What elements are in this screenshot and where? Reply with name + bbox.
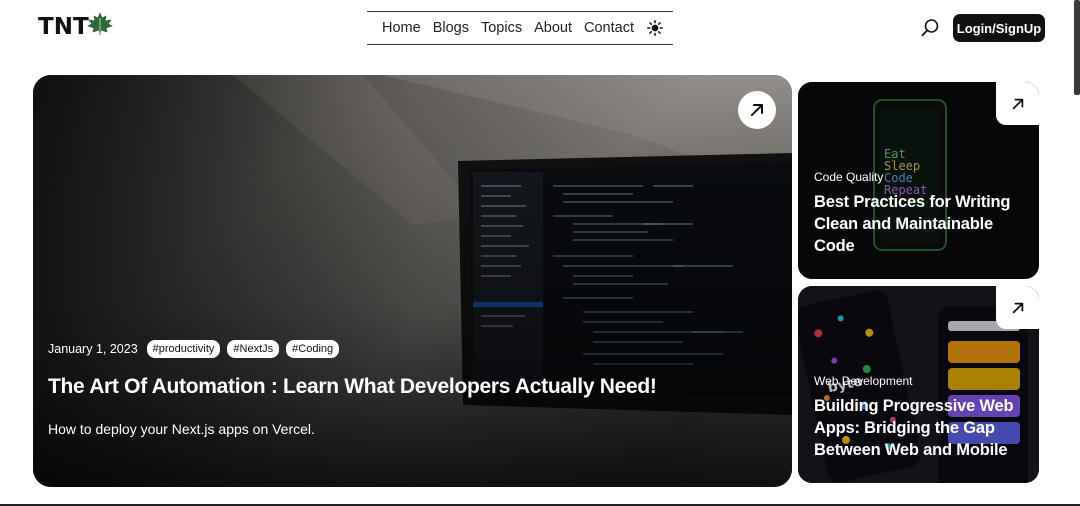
main-nav: Home Blogs Topics About Contact — [367, 11, 673, 45]
maple-leaf-icon — [86, 12, 113, 40]
featured-post-title[interactable]: The Art Of Automation : Learn What Devel… — [48, 375, 657, 399]
login-signup-button[interactable]: Login/SignUp — [953, 14, 1045, 42]
post-meta: January 1, 2023 #productivity #NextJs #C… — [48, 340, 340, 358]
post-title[interactable]: Best Practices for Writing Clean and Mai… — [814, 191, 1029, 257]
nav-blogs[interactable]: Blogs — [427, 20, 475, 36]
site-logo[interactable]: TNT — [38, 12, 113, 40]
logo-text: TNT — [38, 14, 89, 40]
arrow-up-right-icon[interactable] — [738, 91, 776, 129]
post-card-code-quality[interactable]: Eat Sleep Code Repeat Code Quality Best … — [798, 82, 1039, 279]
nav-home[interactable]: Home — [376, 20, 427, 36]
post-title[interactable]: Building Progressive Web Apps: Bridging … — [814, 395, 1029, 461]
featured-post-card[interactable]: January 1, 2023 #productivity #NextJs #C… — [33, 75, 792, 487]
tag-nextjs[interactable]: #NextJs — [227, 340, 280, 358]
arrow-up-right-icon[interactable] — [996, 82, 1039, 125]
sun-icon[interactable] — [646, 19, 664, 37]
tag-coding[interactable]: #Coding — [286, 340, 340, 358]
post-category[interactable]: Web Development — [814, 374, 913, 388]
tag-productivity[interactable]: #productivity — [146, 340, 221, 358]
featured-post-subtitle: How to deploy your Next.js apps on Verce… — [48, 421, 315, 437]
post-date: January 1, 2023 — [48, 342, 138, 356]
search-icon[interactable] — [920, 18, 940, 38]
nav-contact[interactable]: Contact — [578, 20, 640, 36]
post-category[interactable]: Code Quality — [814, 170, 883, 184]
nav-topics[interactable]: Topics — [475, 20, 528, 36]
arrow-up-right-icon[interactable] — [996, 286, 1039, 329]
nav-about[interactable]: About — [528, 20, 578, 36]
post-card-web-development[interactable]: byte Web Development Building Progressiv… — [798, 286, 1039, 483]
page-scrollbar[interactable] — [1074, 0, 1080, 95]
